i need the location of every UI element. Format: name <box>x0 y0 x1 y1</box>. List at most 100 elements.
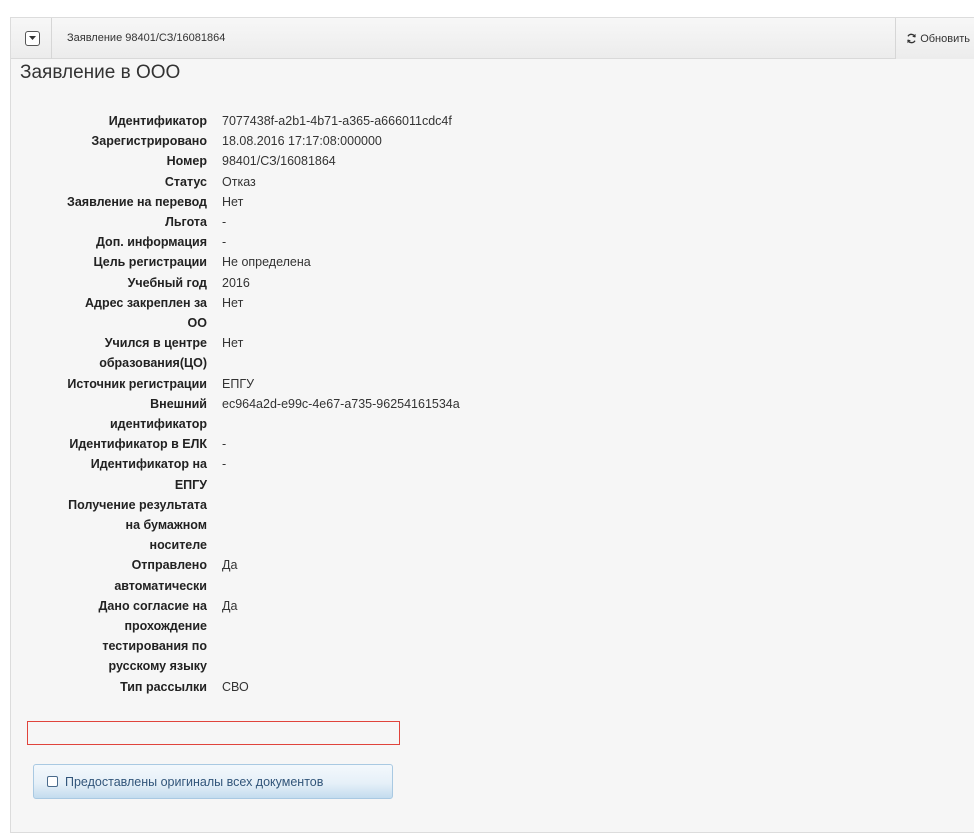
detail-value: - <box>222 457 227 472</box>
detail-label: Статус <box>0 172 207 192</box>
refresh-label: Обновить <box>920 32 970 45</box>
detail-row: Внешний идентификатор ec964a2d-e99c-4e67-a… <box>0 394 700 434</box>
detail-label-line: Учился в центре <box>104 336 207 351</box>
detail-label: Получение результата на бумажном носителе <box>0 495 207 556</box>
detail-value: Нет <box>222 336 244 351</box>
detail-value: 7077438f-a2b1-4b71-a365-a666011cdc4f <box>222 114 452 128</box>
detail-row: Дано согласие на прохождение тестирования … <box>0 596 700 677</box>
detail-row: Статус Отказ <box>0 172 700 192</box>
detail-value: Нет <box>222 295 244 310</box>
detail-row: Цель регистрации Не определена <box>0 252 700 272</box>
detail-label-line: Номер <box>166 154 207 169</box>
detail-row: Идентификатор в ЕЛК - <box>0 434 700 454</box>
detail-value: 18.08.2016 17:17:08:000000 <box>222 134 382 149</box>
detail-label-line: Дано согласие на <box>98 598 207 613</box>
detail-value: 2016 <box>222 275 250 290</box>
detail-label: Адрес закреплен за ОО <box>0 293 207 333</box>
detail-label-line: Отправлено <box>131 558 207 573</box>
detail-label-line: носителе <box>149 538 207 553</box>
detail-label-line: Источник регистрации <box>67 376 207 391</box>
detail-value: Нет <box>222 194 244 209</box>
detail-label: Идентификатор <box>0 111 207 131</box>
detail-value: ec964a2d-e99c-4e67-a735-96254161534a <box>222 396 460 411</box>
detail-label-line: Заявление на перевод <box>67 194 207 209</box>
detail-value: - <box>222 235 227 250</box>
detail-label-line: Зарегистрировано <box>91 134 207 149</box>
detail-label-line: ЕПГУ <box>174 477 207 492</box>
detail-value: Отказ <box>222 174 256 189</box>
detail-label: Внешний идентификатор <box>0 394 207 434</box>
detail-label-line: русскому языку <box>108 659 207 674</box>
collapse-toggle-button[interactable] <box>25 30 40 46</box>
detail-row: Источник регистрации ЕПГУ <box>0 374 700 394</box>
detail-value: - <box>222 437 227 452</box>
header-divider <box>51 17 52 59</box>
detail-label: Идентификатор на ЕПГУ <box>0 454 207 494</box>
detail-label: Учился в центре образования(ЦО) <box>0 333 207 373</box>
caret-down-icon <box>29 36 36 40</box>
detail-label-line: Доп. информация <box>96 235 207 250</box>
detail-label-line: тестирования по <box>102 639 207 654</box>
detail-row: Тип рассылки СВО <box>0 677 700 697</box>
panel-title: Заявление 98401/СЗ/16081864 <box>67 32 226 44</box>
detail-label: Номер <box>0 151 207 171</box>
detail-row: Учился в центре образования(ЦО) Нет <box>0 333 700 373</box>
detail-row: Идентификатор на ЕПГУ - <box>0 454 700 494</box>
detail-label-line: Идентификатор <box>108 114 207 128</box>
detail-label: Дано согласие на прохождение тестирования … <box>0 596 207 677</box>
detail-label: Идентификатор в ЕЛК <box>0 434 207 454</box>
detail-label-line: Внешний <box>150 396 207 411</box>
detail-label: Учебный год <box>0 273 207 293</box>
panel-header: Заявление 98401/СЗ/16081864 Обновить <box>11 17 974 59</box>
detail-label: Цель регистрации <box>0 252 207 272</box>
detail-label: Льгота <box>0 212 207 232</box>
detail-label-line: Адрес закреплен за <box>85 295 207 310</box>
refresh-icon <box>907 33 917 44</box>
detail-label-line: образования(ЦО) <box>99 356 207 371</box>
detail-label-line: ОО <box>187 316 207 331</box>
detail-label-line: Идентификатор в ЕЛК <box>69 437 207 452</box>
detail-label: Доп. информация <box>0 232 207 252</box>
detail-row: Идентификатор 7077438f-a2b1-4b71-a365-a66… <box>0 111 700 131</box>
detail-value <box>207 495 222 556</box>
detail-label-line: Цель регистрации <box>93 255 207 270</box>
detail-label-line: прохождение <box>124 619 207 634</box>
detail-label: Источник регистрации <box>0 374 207 394</box>
detail-row: Льгота - <box>0 212 700 232</box>
detail-value: ЕПГУ <box>222 376 255 391</box>
detail-label: Отправлено автоматически <box>0 555 207 595</box>
details-list: Идентификатор 7077438f-a2b1-4b71-a365-a66… <box>0 111 700 697</box>
detail-row: Доп. информация - <box>0 232 700 252</box>
detail-label: Зарегистрировано <box>0 131 207 151</box>
detail-row: Получение результата на бумажном носителе <box>0 495 700 556</box>
refresh-button[interactable]: Обновить <box>895 18 974 59</box>
detail-label-line: автоматически <box>114 578 207 593</box>
detail-value: Да <box>222 598 238 613</box>
detail-value: Да <box>222 558 238 573</box>
detail-value: - <box>222 215 227 230</box>
detail-label-line: Учебный год <box>127 275 207 290</box>
detail-label-line: Идентификатор на <box>90 457 207 472</box>
detail-value: 98401/СЗ/16081864 <box>222 154 336 169</box>
detail-label-line: Льгота <box>165 215 207 230</box>
detail-label: Заявление на перевод <box>0 192 207 212</box>
detail-label-line: Тип рассылки <box>120 679 207 694</box>
detail-row: Отправлено автоматически Да <box>0 555 700 595</box>
detail-value: Не определена <box>222 255 311 270</box>
originals-provided-button[interactable]: Предоставлены оригиналы всех документов <box>33 764 393 799</box>
detail-row: Адрес закреплен за ОО Нет <box>0 293 700 333</box>
checkbox-icon <box>47 776 58 787</box>
originals-provided-label: Предоставлены оригиналы всех документов <box>65 774 324 789</box>
detail-label-line: Статус <box>164 174 207 189</box>
detail-row: Зарегистрировано 18.08.2016 17:17:08:0000… <box>0 131 700 151</box>
detail-row: Учебный год 2016 <box>0 273 700 293</box>
detail-label-line: на бумажном <box>125 518 207 533</box>
detail-label-line: идентификатор <box>110 417 207 432</box>
detail-label-line: Получение результата <box>68 497 207 512</box>
detail-label: Тип рассылки <box>0 677 207 697</box>
detail-row: Номер 98401/СЗ/16081864 <box>0 151 700 171</box>
detail-row: Заявление на перевод Нет <box>0 192 700 212</box>
highlight-annotation <box>27 721 400 745</box>
detail-value: СВО <box>222 679 249 694</box>
section-title: Заявление в ООО <box>20 62 181 83</box>
